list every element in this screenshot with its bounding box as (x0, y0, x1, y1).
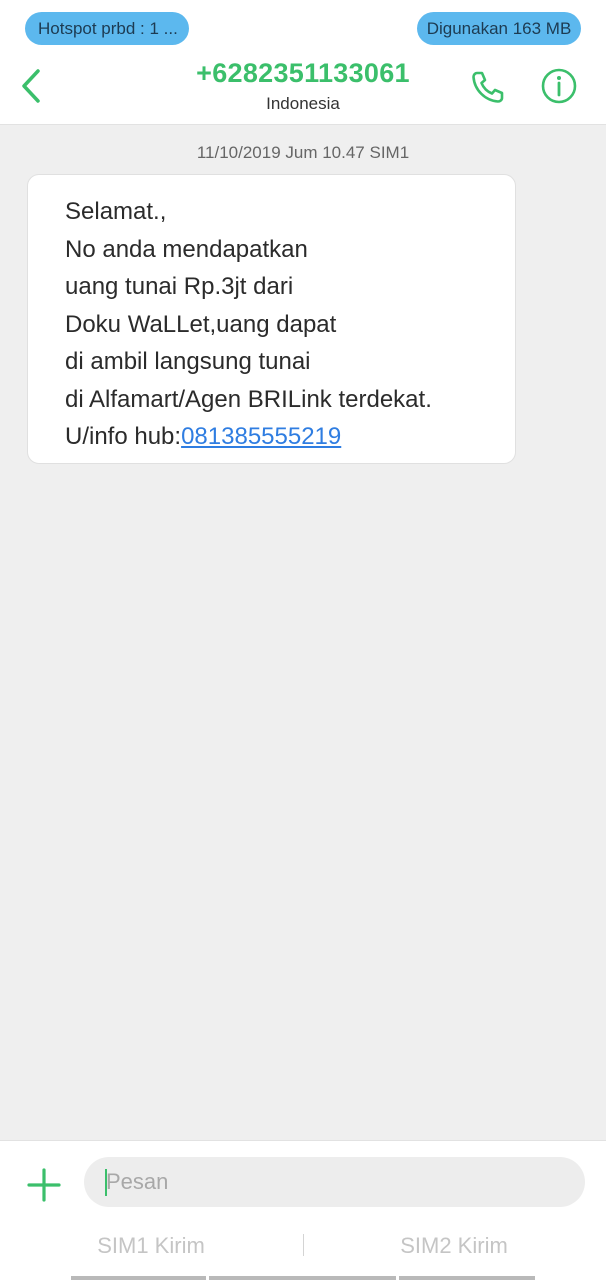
status-bar: Hotspot prbd : 1 ... Digunakan 163 MB (0, 0, 606, 56)
hotspot-pill[interactable]: Hotspot prbd : 1 ... (25, 12, 189, 45)
message-timestamp: 11/10/2019 Jum 10.47 SIM1 (196, 143, 410, 162)
plus-icon[interactable] (26, 1167, 62, 1203)
message-input[interactable]: Pesan (84, 1157, 585, 1207)
text-cursor (105, 1169, 107, 1196)
info-icon[interactable] (539, 66, 579, 106)
data-usage-pill[interactable]: Digunakan 163 MB (417, 12, 581, 45)
phone-icon[interactable] (468, 67, 508, 107)
message-text: Selamat., No anda mendapatkan uang tunai… (65, 193, 432, 456)
nav-bar-segment (71, 1276, 206, 1280)
sim1-send-button[interactable]: SIM1 Kirim (31, 1233, 271, 1259)
send-divider (303, 1234, 304, 1256)
sim2-send-button[interactable]: SIM2 Kirim (334, 1233, 574, 1259)
message-body: Selamat., No anda mendapatkan uang tunai… (65, 198, 432, 450)
contact-number: +6282351133061 (196, 58, 410, 88)
message-input-placeholder: Pesan (106, 1169, 169, 1194)
composer: Pesan SIM1 Kirim SIM2 Kirim (0, 1140, 606, 1281)
message-bubble[interactable]: Selamat., No anda mendapatkan uang tunai… (27, 174, 516, 464)
nav-bar-segment (209, 1276, 396, 1280)
nav-bar-segment (399, 1276, 535, 1280)
phone-link[interactable]: 081385555219 (181, 423, 341, 450)
contact-country: Indonesia (266, 94, 340, 113)
conversation-area[interactable]: 11/10/2019 Jum 10.47 SIM1 Selamat., No a… (0, 125, 606, 1140)
conversation-header: +6282351133061 Indonesia (0, 56, 606, 125)
